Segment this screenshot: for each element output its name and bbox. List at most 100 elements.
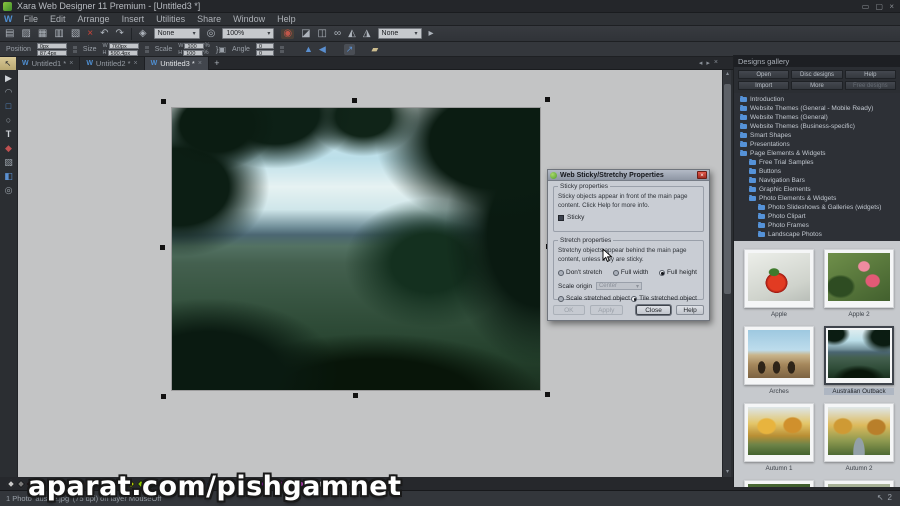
zoom-tool-icon[interactable]: ◎ [207, 28, 216, 39]
tree-item-page-elements[interactable]: Page Elements & Widgets [734, 149, 900, 158]
help-button[interactable]: Help [676, 305, 704, 315]
selection-handle-mid-left[interactable] [160, 245, 165, 250]
sticky-checkbox[interactable]: Sticky [558, 214, 699, 221]
rotate-icon[interactable]: ↗ [343, 43, 356, 55]
tree-item-graphic-elements[interactable]: Graphic Elements [734, 185, 900, 194]
scroll-up-icon[interactable]: ▴ [723, 70, 732, 79]
shape-editor-tool[interactable]: ◠ [5, 88, 13, 97]
radio-scale-stretched[interactable]: Scale stretched object [558, 295, 630, 302]
tree-item-introduction[interactable]: Introduction [734, 95, 900, 104]
new-document-icon[interactable]: ▤ [5, 28, 14, 39]
size-h-field[interactable]: 590.4px [107, 49, 138, 57]
menu-share[interactable]: Share [192, 14, 226, 24]
radio-full-height[interactable]: Full height [658, 269, 697, 276]
photo-tool[interactable]: ◧ [4, 172, 13, 181]
shadow-tool[interactable]: ◎ [5, 186, 13, 195]
photo-object[interactable] [172, 108, 540, 390]
menu-insert[interactable]: Insert [117, 14, 150, 24]
scroll-down-icon[interactable]: ▾ [723, 468, 732, 477]
tree-item-photo-elements[interactable]: Photo Elements & Widgets [734, 194, 900, 203]
delete-icon[interactable]: × [87, 28, 93, 39]
tree-item-themes-general[interactable]: Website Themes (General) [734, 113, 900, 122]
export-image-icon[interactable]: ◪ [301, 28, 310, 39]
apply-button[interactable]: Apply [589, 305, 623, 315]
menu-file[interactable]: File [19, 14, 44, 24]
gallery-thumbnail-arches[interactable]: Arches [744, 326, 814, 395]
tree-item-photo-clipart[interactable]: Photo Clipart [734, 212, 900, 221]
close-icon[interactable]: × [714, 59, 718, 67]
size-spinner[interactable] [144, 45, 149, 53]
position-spinner[interactable] [72, 45, 77, 53]
menu-utilities[interactable]: Utilities [151, 14, 190, 24]
scale-h-field[interactable]: 100 [183, 49, 204, 57]
flip-vertical-icon[interactable]: ▲ [304, 44, 313, 54]
free-designs-button[interactable]: Free designs [844, 81, 896, 90]
menu-arrange[interactable]: Arrange [73, 14, 115, 24]
scroll-left-icon[interactable]: ◂ [699, 59, 703, 67]
selection-handle-bottom-left[interactable] [161, 394, 166, 399]
preview-window-icon[interactable]: ◭ [348, 28, 356, 39]
scale-origin-select[interactable]: Center ▾ [595, 282, 642, 290]
mode-dropdown[interactable]: None ▾ [153, 28, 200, 39]
close-icon[interactable]: × [69, 60, 73, 67]
radio-tile-stretched[interactable]: Tile stretched object [631, 295, 697, 302]
scale-w-field[interactable]: 100 [184, 42, 205, 50]
ellipse-tool[interactable]: ○ [6, 116, 11, 125]
tab-untitled2[interactable]: W Untitled2 * × [80, 56, 145, 70]
menu-help[interactable]: Help [272, 14, 301, 24]
text-tool[interactable]: T [6, 130, 12, 139]
vertical-scrollbar[interactable]: ▴ ▾ [722, 70, 731, 477]
redo-icon[interactable]: ↷ [116, 28, 124, 39]
transparency-tool[interactable]: ▧ [4, 158, 13, 167]
disc-designs-button[interactable]: Disc designs [791, 70, 843, 79]
palette-swatch[interactable] [16, 479, 26, 488]
close-button[interactable]: Close [635, 305, 672, 315]
menu-window[interactable]: Window [228, 14, 270, 24]
ok-button[interactable]: OK [553, 305, 585, 315]
snap-icon[interactable]: ◉ [281, 28, 295, 39]
angle-spinner[interactable] [279, 45, 284, 53]
gallery-thumbnail-partial-2[interactable] [824, 480, 894, 487]
import-button[interactable]: Import [738, 81, 790, 90]
close-icon[interactable]: × [198, 60, 202, 67]
gallery-thumbnail-autumn2[interactable]: Autumn 2 [824, 403, 894, 472]
tab-untitled3[interactable]: W Untitled3 * × [144, 56, 209, 70]
fill-tool[interactable]: ◆ [5, 144, 12, 153]
radio-dont-stretch[interactable]: Don't stretch [558, 269, 602, 276]
tree-item-navigation-bars[interactable]: Navigation Bars [734, 176, 900, 185]
paste-icon[interactable]: ▧ [71, 28, 80, 39]
new-tab-button[interactable]: + [209, 57, 225, 70]
preview-browser-icon[interactable]: ◮ [363, 28, 371, 39]
gallery-header[interactable]: Designs gallery [734, 55, 900, 67]
selection-handle-bottom-center[interactable] [353, 393, 358, 398]
gallery-thumbnail-apple[interactable]: Apple [744, 249, 814, 318]
tree-item-photo-slideshows[interactable]: Photo Slideshows & Galleries (widgets) [734, 203, 900, 212]
angle-shear-field[interactable]: 0 [255, 49, 274, 57]
rectangle-tool[interactable]: □ [6, 102, 11, 111]
close-button[interactable]: × [697, 171, 707, 179]
tree-item-landscape-photos[interactable]: Landscape Photos [734, 230, 900, 239]
selection-handle-top-right[interactable] [545, 97, 550, 102]
copy-icon[interactable]: ▥ [54, 28, 63, 39]
scrollbar-thumb[interactable] [724, 84, 731, 294]
menu-edit[interactable]: Edit [45, 14, 71, 24]
close-icon[interactable]: × [134, 60, 138, 67]
zoom-dropdown[interactable]: 100% ▾ [222, 28, 275, 39]
angle-rotate-field[interactable]: 0 [255, 42, 274, 50]
selection-handle-bottom-right[interactable] [545, 392, 550, 397]
scroll-right-icon[interactable]: ▸ [706, 59, 710, 67]
dialog-title-bar[interactable]: Web Sticky/Stretchy Properties × [548, 170, 709, 181]
gallery-thumbnail-australian-outback[interactable]: Australian Outback [824, 326, 894, 395]
tree-item-smart-shapes[interactable]: Smart Shapes [734, 131, 900, 140]
flip-horizontal-icon[interactable]: ◀ [319, 44, 326, 55]
export-slice-icon[interactable]: ◫ [318, 28, 327, 39]
palette-swatch[interactable] [6, 479, 16, 488]
tree-item-buttons[interactable]: Buttons [734, 167, 900, 176]
undo-icon[interactable]: ↶ [100, 28, 108, 39]
position-x-field[interactable]: 0px [36, 42, 67, 50]
radio-full-width[interactable]: Full width [612, 269, 648, 276]
tab-untitled1[interactable]: W Untitled1 * × [16, 56, 81, 70]
animation-dropdown[interactable]: None ▾ [377, 28, 422, 39]
more-button[interactable]: More [791, 81, 843, 90]
eraser-icon[interactable]: ▰ [371, 44, 378, 55]
